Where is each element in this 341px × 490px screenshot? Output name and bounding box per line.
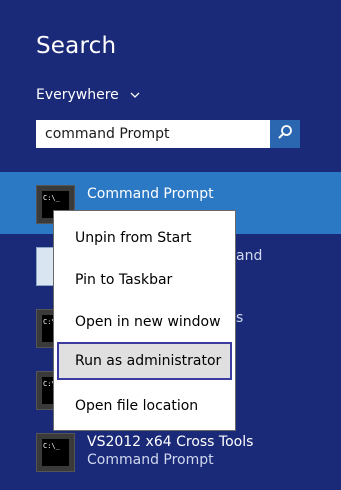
result-title: and — [236, 248, 263, 264]
search-scope-dropdown[interactable]: Everywhere — [36, 87, 141, 103]
menu-item-open-in-new-window[interactable]: Open in new window — [57, 303, 232, 341]
search-icon — [277, 124, 293, 144]
search-button[interactable] — [270, 120, 300, 148]
menu-item-unpin-from-start[interactable]: Unpin from Start — [57, 219, 232, 257]
context-menu: Unpin from Start Pin to Taskbar Open in … — [53, 210, 236, 431]
menu-item-run-as-administrator[interactable]: Run as administrator — [57, 342, 232, 380]
result-title: Command Prompt — [87, 186, 214, 202]
result-title: VS2012 x64 Cross Tools — [87, 434, 254, 450]
menu-item-open-file-location[interactable]: Open file location — [57, 387, 232, 425]
menu-item-pin-to-taskbar[interactable]: Pin to Taskbar — [57, 261, 232, 299]
chevron-down-icon — [129, 89, 141, 101]
search-title: Search — [36, 33, 117, 59]
search-input[interactable] — [36, 120, 270, 148]
search-box — [36, 120, 300, 148]
search-scope-label: Everywhere — [36, 87, 119, 103]
command-prompt-icon: C:\_ — [36, 433, 75, 472]
result-title: s — [236, 310, 244, 326]
result-subtitle: Command Prompt — [87, 452, 214, 468]
